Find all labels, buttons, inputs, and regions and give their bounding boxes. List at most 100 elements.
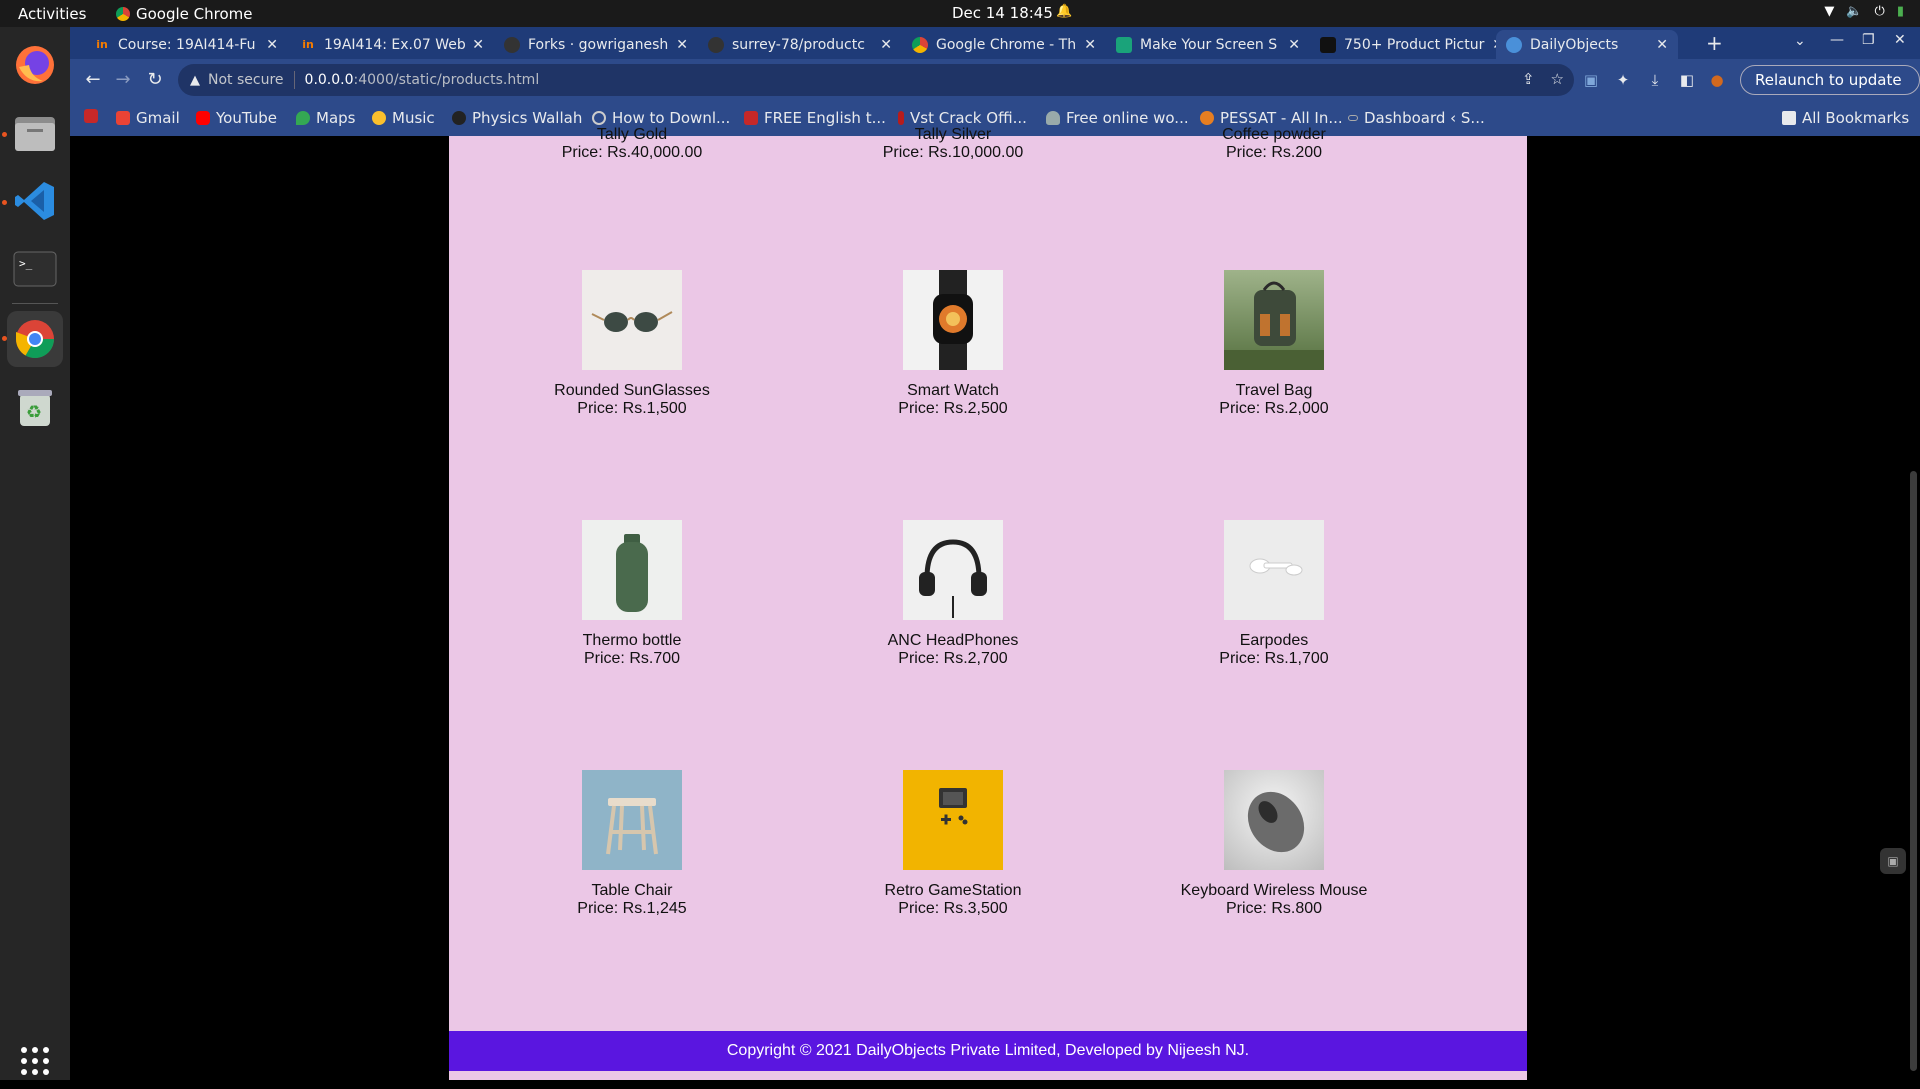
bookmark-star-icon[interactable]: ☆ — [1551, 70, 1564, 88]
files-launcher[interactable] — [7, 105, 63, 161]
product-card[interactable]: Travel Bag Price: Rs.2,000 — [1144, 270, 1404, 418]
headphones-image[interactable] — [903, 520, 1003, 620]
bookmark-pessat[interactable]: PESSAT - All In... — [1200, 109, 1343, 127]
activities-button[interactable]: Activities — [18, 5, 86, 23]
globe-icon — [1506, 36, 1522, 53]
tab-surrey[interactable]: surrey-78/productc ✕ — [698, 30, 902, 59]
scrollbar[interactable] — [1906, 136, 1920, 1080]
restore-button[interactable]: ❐ — [1862, 32, 1875, 48]
profile-avatar[interactable]: ● — [1706, 69, 1728, 91]
url-host: 0.0.0.0 — [304, 72, 354, 88]
tab-course[interactable]: in Course: 19AI414-Fu ✕ — [84, 30, 288, 59]
tab-screen[interactable]: Make Your Screen S ✕ — [1106, 30, 1310, 59]
product-card[interactable]: Tally Silver Price: Rs.10,000.00 — [823, 126, 1083, 162]
bookmark-label: How to Downl... — [612, 109, 731, 127]
chat-widget-icon[interactable]: ▣ — [1880, 848, 1906, 874]
product-card[interactable]: Thermo bottle Price: Rs.700 — [502, 520, 762, 668]
bookmark-gmail[interactable]: Gmail — [116, 109, 180, 127]
mailchimp-icon — [84, 109, 98, 123]
mouse-image[interactable] — [1224, 770, 1324, 870]
smartwatch-image[interactable] — [903, 270, 1003, 370]
product-name: Tally Gold — [596, 126, 668, 143]
terminal-launcher[interactable]: >_ — [7, 241, 63, 297]
product-name: Thermo bottle — [582, 632, 682, 649]
bookmark-physics-wallah[interactable]: Physics Wallah — [452, 109, 582, 127]
bookmark-maps[interactable]: Maps — [296, 109, 355, 127]
trash-launcher[interactable]: ♻ — [7, 379, 63, 435]
chrome-icon — [15, 320, 55, 359]
tab-exercise[interactable]: in 19AI414: Ex.07 Web ✕ — [290, 30, 494, 59]
tab-forks[interactable]: Forks · gowriganesh ✕ — [494, 30, 698, 59]
page-viewport: Tally Gold Price: Rs.40,000.00 Tally Sil… — [70, 126, 1920, 1080]
bookmark-free-online[interactable]: Free online wo... — [1046, 109, 1189, 127]
show-apps-button[interactable] — [7, 1033, 63, 1089]
extension-icon[interactable]: ▣ — [1580, 69, 1602, 91]
stool-image[interactable] — [582, 770, 682, 870]
product-card[interactable]: Table Chair Price: Rs.1,245 — [502, 770, 762, 918]
chrome-launcher[interactable] — [7, 311, 63, 367]
close-icon[interactable]: ✕ — [1288, 37, 1300, 53]
product-name: Earpodes — [1239, 632, 1309, 649]
share-icon[interactable]: ⇪ — [1522, 70, 1535, 88]
forward-button[interactable]: → — [110, 67, 136, 93]
chrome-window: in Course: 19AI414-Fu ✕ in 19AI414: Ex.0… — [70, 27, 1920, 136]
firefox-launcher[interactable] — [7, 37, 63, 93]
gameboy-image[interactable] — [903, 770, 1003, 870]
bookmark-vst[interactable]: Vst Crack Offi... — [898, 109, 1027, 127]
system-tray[interactable]: ▼ 🔈 ⏻ ▮ — [1824, 4, 1904, 19]
close-icon[interactable]: ✕ — [1084, 37, 1096, 53]
product-card[interactable]: Coffee powder Price: Rs.200 — [1144, 126, 1404, 162]
product-card[interactable]: Tally Gold Price: Rs.40,000.00 — [502, 126, 762, 162]
tab-product-pictures[interactable]: 750+ Product Pictur ✕ — [1310, 30, 1514, 59]
new-tab-button[interactable]: + — [1706, 31, 1723, 55]
product-name: ANC HeadPhones — [887, 632, 1019, 649]
bookmark-how-to-download[interactable]: How to Downl... — [592, 109, 730, 127]
bell-icon[interactable]: 🔔 — [1056, 4, 1072, 19]
copyright-text: Copyright © 2021 DailyObjects Private Li… — [726, 1042, 1250, 1059]
close-icon[interactable]: ✕ — [1656, 37, 1668, 53]
clock[interactable]: Dec 14 18:45 — [952, 4, 1053, 22]
reload-button[interactable]: ↻ — [142, 67, 168, 93]
all-bookmarks-button[interactable]: All Bookmarks — [1782, 109, 1909, 127]
close-icon[interactable]: ✕ — [472, 37, 484, 53]
travel-bag-image[interactable] — [1224, 270, 1324, 370]
product-price: Price: Rs.1,700 — [1219, 650, 1329, 667]
product-price: Price: Rs.40,000.00 — [561, 144, 703, 161]
product-card[interactable]: Rounded SunGlasses Price: Rs.1,500 — [502, 270, 762, 418]
relaunch-button[interactable]: Relaunch to update ⋮ — [1740, 65, 1920, 117]
download-icon[interactable]: ⤓ — [1644, 69, 1666, 91]
bookmark-mailchimp[interactable] — [84, 109, 98, 123]
earpods-image[interactable] — [1224, 520, 1324, 620]
product-price: Price: Rs.2,000 — [1219, 400, 1329, 417]
tab-google-chrome[interactable]: Google Chrome - Th ✕ — [902, 30, 1106, 59]
bookmark-youtube[interactable]: YouTube — [196, 109, 277, 127]
product-card[interactable]: Retro GameStation Price: Rs.3,500 — [823, 770, 1083, 918]
close-window-button[interactable]: ✕ — [1894, 32, 1906, 48]
vscode-launcher[interactable] — [7, 173, 63, 229]
tab-search-icon[interactable]: ⌄ — [1794, 33, 1806, 49]
scrollbar-thumb[interactable] — [1910, 471, 1917, 1071]
side-panel-icon[interactable]: ◧ — [1676, 69, 1698, 91]
product-card[interactable]: ANC HeadPhones Price: Rs.2,700 — [823, 520, 1083, 668]
bookmark-free-english[interactable]: FREE English t... — [744, 109, 886, 127]
close-icon[interactable]: ✕ — [676, 37, 688, 53]
security-label[interactable]: Not secure — [208, 72, 284, 88]
puzzle-icon[interactable]: ✦ — [1612, 69, 1634, 91]
bookmark-label: Free online wo... — [1066, 109, 1189, 127]
tab-dailyobjects[interactable]: DailyObjects ✕ — [1496, 30, 1678, 59]
back-button[interactable]: ← — [80, 67, 106, 93]
bookmark-dashboard[interactable]: Dashboard ‹ S... — [1348, 109, 1485, 127]
thermo-bottle-image[interactable] — [582, 520, 682, 620]
close-icon[interactable]: ✕ — [266, 37, 278, 53]
bookmark-music[interactable]: Music — [372, 109, 435, 127]
close-icon[interactable]: ✕ — [880, 37, 892, 53]
product-card[interactable]: Smart Watch Price: Rs.2,500 — [823, 270, 1083, 418]
product-card[interactable]: Keyboard Wireless Mouse Price: Rs.800 — [1144, 770, 1404, 918]
product-card[interactable]: Earpodes Price: Rs.1,700 — [1144, 520, 1404, 668]
address-bar[interactable]: ▲ Not secure 0.0.0.0 :4000/static/produc… — [178, 64, 1574, 96]
sunglasses-image[interactable] — [582, 270, 682, 370]
minimize-button[interactable]: — — [1830, 32, 1844, 48]
chrome-icon — [116, 7, 130, 21]
app-menu[interactable]: Google Chrome — [116, 5, 253, 23]
product-price: Price: Rs.1,245 — [577, 900, 687, 917]
